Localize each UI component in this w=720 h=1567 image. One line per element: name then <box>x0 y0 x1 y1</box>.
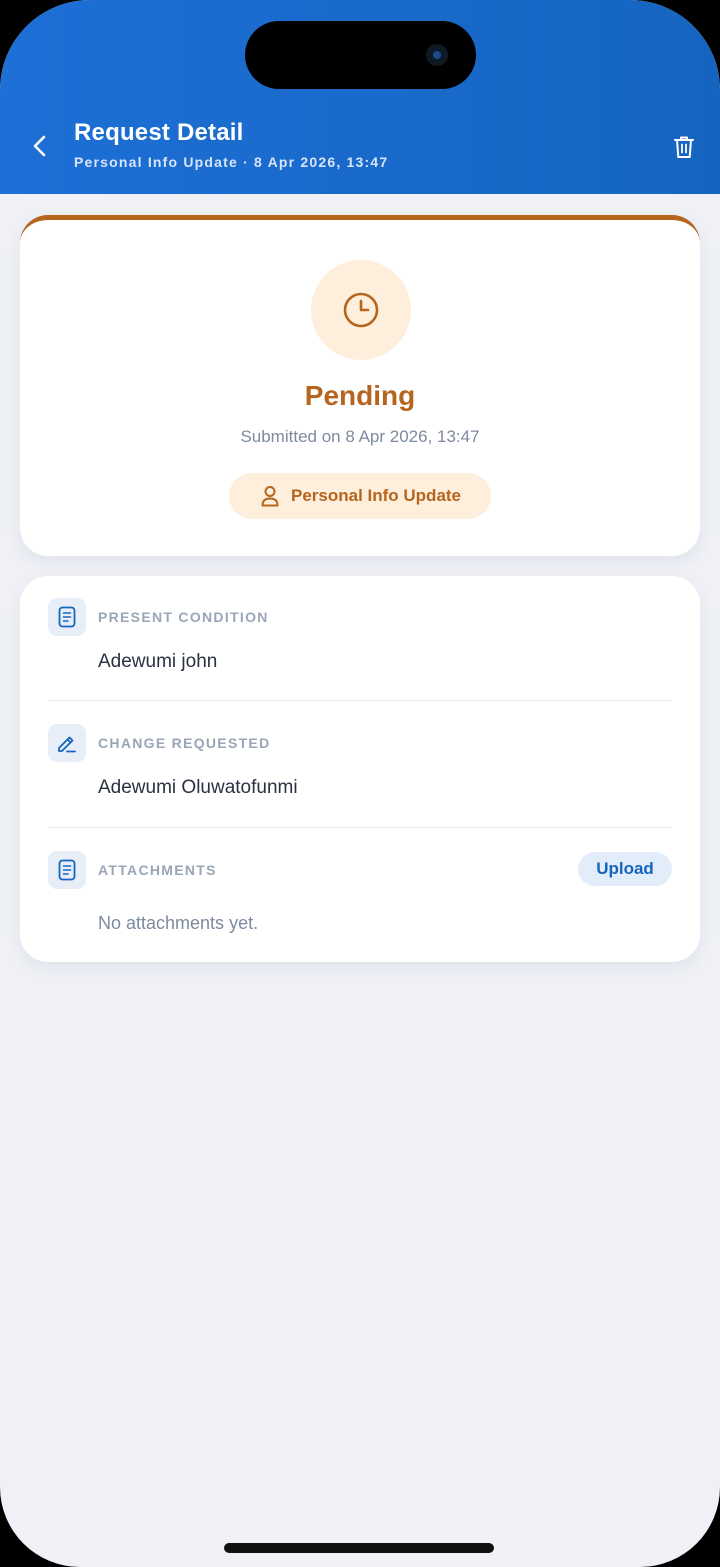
change-requested-value: Adewumi Oluwatofunmi <box>98 777 298 798</box>
user-icon <box>261 486 279 507</box>
divider <box>48 700 672 701</box>
chevron-left-icon <box>33 135 46 157</box>
delete-button[interactable] <box>664 127 704 167</box>
app-header: Request Detail Personal Info Update · 8 … <box>0 0 720 194</box>
present-condition-label: PRESENT CONDITION <box>98 609 269 625</box>
page-title: Request Detail <box>74 119 244 146</box>
camera-icon <box>426 44 448 66</box>
home-indicator[interactable] <box>224 1543 494 1553</box>
status-icon-badge <box>311 260 411 360</box>
upload-button[interactable]: Upload <box>578 852 672 886</box>
pencil-icon <box>48 724 86 762</box>
back-button[interactable] <box>22 128 58 164</box>
app-screen: Request Detail Personal Info Update · 8 … <box>0 0 720 1567</box>
dynamic-island <box>245 21 476 89</box>
request-type-badge: Personal Info Update <box>229 473 491 519</box>
document-icon <box>48 851 86 889</box>
status-card: Pending Submitted on 8 Apr 2026, 13:47 P… <box>20 215 700 556</box>
change-requested-label: CHANGE REQUESTED <box>98 735 271 751</box>
submitted-timestamp: Submitted on 8 Apr 2026, 13:47 <box>240 427 480 446</box>
divider <box>48 827 672 828</box>
attachments-empty-text: No attachments yet. <box>98 913 259 933</box>
attachments-label: ATTACHMENTS <box>98 862 217 878</box>
present-condition-value: Adewumi john <box>98 651 218 672</box>
status-label: Pending <box>304 380 416 411</box>
page-subtitle: Personal Info Update · 8 Apr 2026, 13:47 <box>74 154 389 170</box>
details-card: PRESENT CONDITION Adewumi john CHANGE RE… <box>20 576 700 962</box>
trash-icon <box>674 136 694 158</box>
document-icon <box>48 598 86 636</box>
request-type-label: Personal Info Update <box>290 486 462 505</box>
clock-icon <box>343 292 379 328</box>
